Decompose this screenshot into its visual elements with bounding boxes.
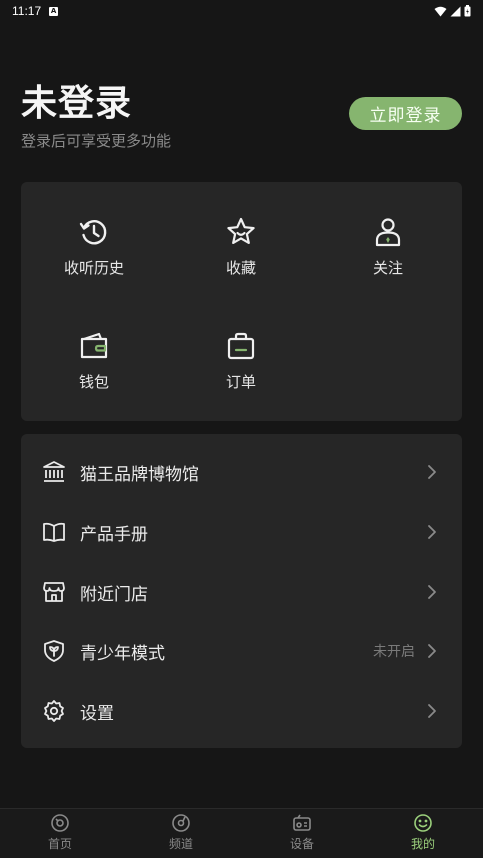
chevron-right-icon — [428, 704, 436, 718]
menu-item-teen-mode[interactable]: 青少年模式 未开启 — [21, 621, 462, 681]
quick-action-favorites[interactable]: 收藏 — [186, 216, 296, 296]
museum-icon — [43, 461, 65, 482]
nav-label: 设备 — [289, 837, 314, 851]
channel-disc-icon — [172, 814, 190, 832]
menu-list-card: 猫王品牌博物馆 产品手册 附近门店 青少年模式 未开启 设置 — [21, 434, 462, 748]
login-button[interactable]: 立即登录 — [349, 97, 462, 130]
chevron-right-icon — [428, 525, 436, 539]
nav-tab-mine[interactable]: 我的 — [383, 813, 463, 857]
quick-action-label: 收藏 — [225, 259, 256, 277]
menu-item-label: 青少年模式 — [80, 643, 165, 664]
quick-action-orders[interactable]: 订单 — [186, 330, 296, 410]
chevron-right-icon — [428, 465, 436, 479]
nav-label: 频道 — [168, 837, 193, 851]
signal-icon — [450, 6, 461, 16]
shield-sprout-icon — [44, 640, 64, 662]
person-icon — [375, 218, 401, 247]
home-disc-icon — [51, 814, 69, 832]
wallet-icon — [80, 332, 108, 359]
profile-header: 未登录 登录后可享受更多功能 立即登录 — [21, 82, 462, 152]
menu-item-label: 产品手册 — [80, 524, 148, 545]
quick-actions-card: 收听历史 收藏 关注 钱包 订单 — [21, 182, 462, 421]
quick-action-label: 收听历史 — [63, 259, 124, 277]
bag-icon — [227, 332, 255, 360]
status-time: 11:17 — [12, 4, 42, 18]
quick-action-history[interactable]: 收听历史 — [39, 216, 149, 296]
menu-item-settings[interactable]: 设置 — [21, 681, 462, 741]
bottom-nav: 首页 频道 设备 我的 — [0, 808, 483, 858]
nav-label: 我的 — [410, 837, 435, 851]
book-icon — [43, 522, 65, 542]
radio-icon — [293, 814, 311, 831]
teen-mode-status: 未开启 — [373, 644, 415, 660]
wifi-icon — [434, 6, 447, 16]
nav-tab-devices[interactable]: 设备 — [262, 813, 342, 857]
login-hint: 登录后可享受更多功能 — [21, 132, 172, 150]
menu-item-nearby-stores[interactable]: 附近门店 — [21, 562, 462, 622]
quick-action-label: 关注 — [372, 259, 403, 277]
nav-tab-home[interactable]: 首页 — [20, 813, 100, 857]
quick-action-wallet[interactable]: 钱包 — [39, 330, 149, 410]
battery-icon — [464, 5, 471, 17]
chevron-right-icon — [428, 644, 436, 658]
status-icons — [434, 5, 471, 17]
store-icon — [43, 582, 65, 602]
status-bar: 11:17 A — [0, 0, 483, 22]
menu-item-label: 猫王品牌博物馆 — [80, 464, 199, 485]
chevron-right-icon — [428, 585, 436, 599]
quick-action-label: 订单 — [225, 373, 256, 391]
menu-item-label: 附近门店 — [80, 584, 148, 605]
nav-tab-channel[interactable]: 频道 — [141, 813, 221, 857]
smile-icon — [414, 814, 432, 832]
star-icon — [227, 217, 255, 244]
nav-label: 首页 — [47, 837, 72, 851]
menu-item-museum[interactable]: 猫王品牌博物馆 — [21, 442, 462, 502]
history-icon — [79, 220, 107, 245]
quick-action-label: 钱包 — [78, 373, 109, 391]
notification-icon: A — [49, 6, 59, 16]
menu-item-manual[interactable]: 产品手册 — [21, 502, 462, 562]
gear-icon — [44, 700, 64, 722]
quick-action-following[interactable]: 关注 — [333, 216, 443, 296]
menu-item-label: 设置 — [80, 703, 114, 724]
